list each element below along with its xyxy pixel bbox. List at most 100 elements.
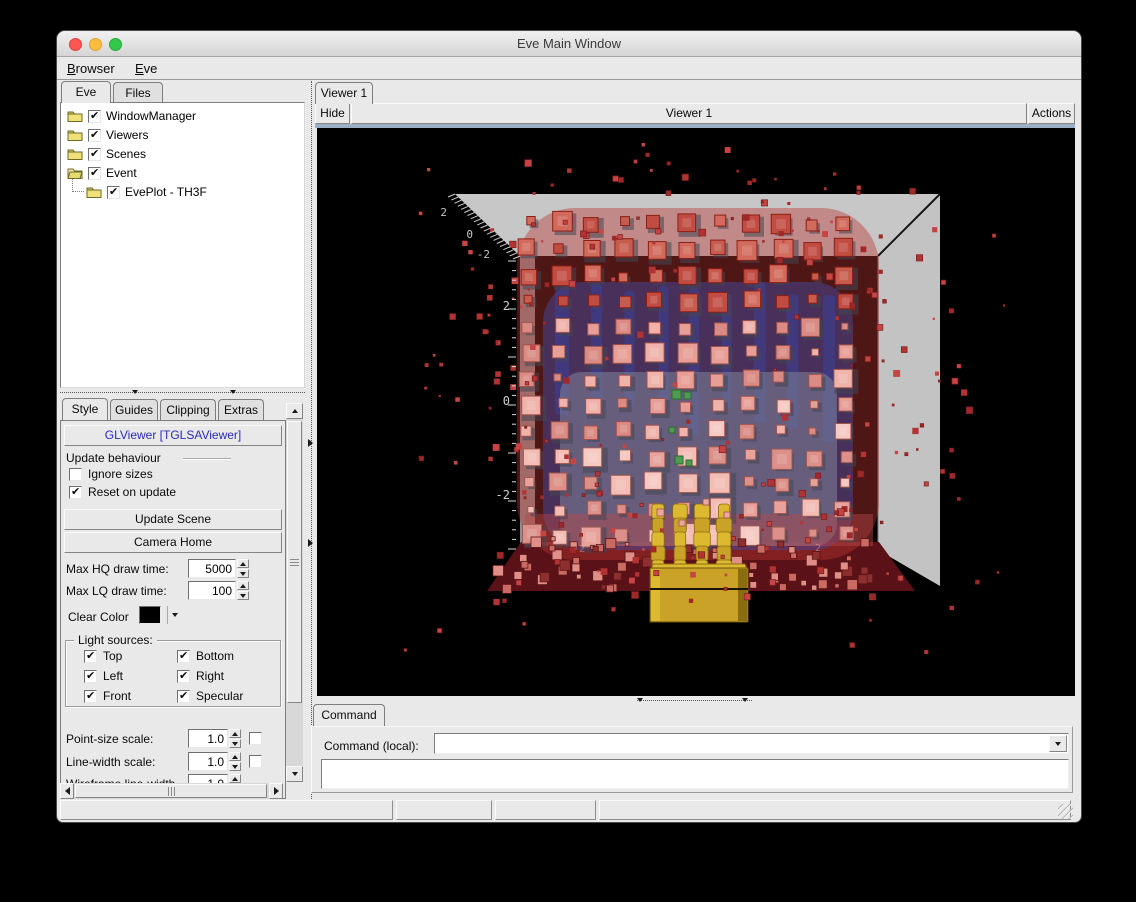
line-width-checkbox[interactable]: [249, 755, 262, 768]
editor-horizontal-scrollbar[interactable]: [60, 783, 283, 799]
menu-browser[interactable]: Browser: [61, 60, 121, 77]
spin-up-icon: [232, 777, 238, 781]
title-bar[interactable]: Eve Main Window: [57, 31, 1081, 57]
reset-on-update-checkbox[interactable]: [69, 486, 82, 499]
light-bottom-checkbox[interactable]: [177, 650, 190, 663]
scroll-down-button[interactable]: [286, 766, 303, 782]
tree-item-checkbox[interactable]: [88, 148, 101, 161]
vertical-splitter[interactable]: [308, 81, 315, 799]
scroll-left-button[interactable]: [60, 783, 74, 799]
splitter-arrow-icon: [637, 698, 643, 702]
scrollbar-thumb[interactable]: [287, 421, 302, 703]
hide-button[interactable]: Hide: [315, 103, 350, 124]
camera-home-button[interactable]: Camera Home: [64, 532, 282, 553]
tab-guides[interactable]: Guides: [110, 399, 158, 420]
status-cell: [599, 800, 1071, 820]
light-left-row[interactable]: Left: [84, 669, 123, 683]
tab-extras[interactable]: Extras: [218, 399, 264, 420]
dropdown-arrow-icon: [1055, 742, 1061, 746]
color-dropdown-icon[interactable]: [172, 613, 178, 617]
glviewer-name-button[interactable]: GLViewer [TGLSAViewer]: [64, 425, 282, 446]
status-cell: [396, 800, 492, 820]
splitter-arrow-icon: [308, 539, 313, 547]
svg-text:-2: -2: [477, 248, 490, 261]
open-folder-icon: [67, 167, 83, 179]
ignore-sizes-checkbox[interactable]: [69, 468, 82, 481]
light-front-row[interactable]: Front: [84, 689, 131, 703]
max-hq-label: Max HQ draw time:: [66, 562, 169, 576]
ignore-sizes-checkbox-row[interactable]: Ignore sizes: [69, 467, 153, 481]
light-right-label: Right: [196, 669, 224, 683]
horizontal-splitter[interactable]: [60, 388, 305, 397]
command-input[interactable]: [437, 735, 1046, 752]
svg-text:2: 2: [503, 299, 510, 313]
max-lq-field[interactable]: 100: [188, 581, 236, 600]
light-bottom-label: Bottom: [196, 649, 234, 663]
point-size-checkbox[interactable]: [249, 732, 262, 745]
scroll-right-button[interactable]: [269, 783, 283, 799]
tree-item-label: WindowManager: [106, 109, 196, 123]
command-dropdown-button[interactable]: [1049, 735, 1067, 752]
point-size-label: Point-size scale:: [66, 732, 153, 746]
command-output-area[interactable]: [321, 759, 1069, 789]
light-top-row[interactable]: Top: [84, 649, 122, 663]
scrollbar-thumb[interactable]: [75, 784, 267, 798]
tree-item-scenes[interactable]: Scenes: [61, 145, 304, 163]
viewer-title-bar[interactable]: Viewer 1: [351, 103, 1027, 124]
tree-item-windowmanager[interactable]: WindowManager: [61, 107, 304, 125]
tab-viewer-1[interactable]: Viewer 1: [315, 82, 373, 104]
svg-text:-2: -2: [573, 544, 585, 555]
arrow-down-icon: [292, 772, 298, 776]
command-combobox[interactable]: [434, 733, 1069, 754]
clear-color-swatch[interactable]: [139, 606, 161, 624]
update-scene-button[interactable]: Update Scene: [64, 509, 282, 530]
light-top-label: Top: [103, 649, 122, 663]
light-front-checkbox[interactable]: [84, 690, 97, 703]
splitter-arrow-icon: [132, 390, 138, 394]
tab-clipping[interactable]: Clipping: [160, 399, 216, 420]
light-front-label: Front: [103, 689, 131, 703]
light-specular-row[interactable]: Specular: [177, 689, 243, 703]
tab-command[interactable]: Command: [313, 704, 385, 726]
update-behaviour-label: Update behaviour: [66, 451, 161, 465]
light-right-checkbox[interactable]: [177, 670, 190, 683]
tab-eve[interactable]: Eve: [61, 81, 111, 103]
tree-item-eveplot[interactable]: EvePlot - TH3F: [61, 183, 304, 201]
viewer-bottom-splitter[interactable]: [637, 696, 752, 705]
point-size-field[interactable]: 1.0: [188, 729, 228, 748]
actions-button[interactable]: Actions: [1028, 103, 1075, 124]
tree-item-checkbox[interactable]: [88, 110, 101, 123]
editor-vertical-scrollbar[interactable]: [286, 403, 303, 782]
light-left-checkbox[interactable]: [84, 670, 97, 683]
light-bottom-row[interactable]: Bottom: [177, 649, 234, 663]
resize-grip[interactable]: [1058, 804, 1073, 819]
tree-item-checkbox[interactable]: [88, 129, 101, 142]
light-right-row[interactable]: Right: [177, 669, 224, 683]
tree-item-checkbox[interactable]: [88, 167, 101, 180]
line-width-field[interactable]: 1.0: [188, 752, 228, 771]
max-hq-field[interactable]: 5000: [188, 559, 236, 578]
tree-branch-line: [72, 179, 84, 192]
tab-files[interactable]: Files: [113, 82, 163, 103]
reset-on-update-checkbox-row[interactable]: Reset on update: [69, 485, 176, 499]
tree-item-label: Viewers: [106, 128, 148, 142]
line-width-spinner[interactable]: [229, 752, 241, 771]
spin-up-icon: [232, 732, 238, 736]
ignore-sizes-label: Ignore sizes: [88, 467, 153, 481]
svg-text:-2: -2: [496, 488, 510, 502]
scroll-up-button[interactable]: [286, 403, 303, 419]
gl-viewport[interactable]: 20-220-2-22: [317, 128, 1075, 696]
folder-icon: [67, 148, 83, 160]
point-size-spinner[interactable]: [229, 729, 241, 748]
max-lq-spinner[interactable]: [237, 581, 249, 600]
tree-item-checkbox[interactable]: [107, 186, 120, 199]
max-hq-spinner[interactable]: [237, 559, 249, 578]
splitter-arrow-icon: [742, 698, 748, 702]
tree-item-event[interactable]: Event: [61, 164, 304, 182]
folder-icon: [67, 110, 83, 122]
light-top-checkbox[interactable]: [84, 650, 97, 663]
light-specular-checkbox[interactable]: [177, 690, 190, 703]
tree-item-viewers[interactable]: Viewers: [61, 126, 304, 144]
tab-style[interactable]: Style: [62, 398, 108, 420]
menu-eve[interactable]: Eve: [129, 60, 163, 77]
